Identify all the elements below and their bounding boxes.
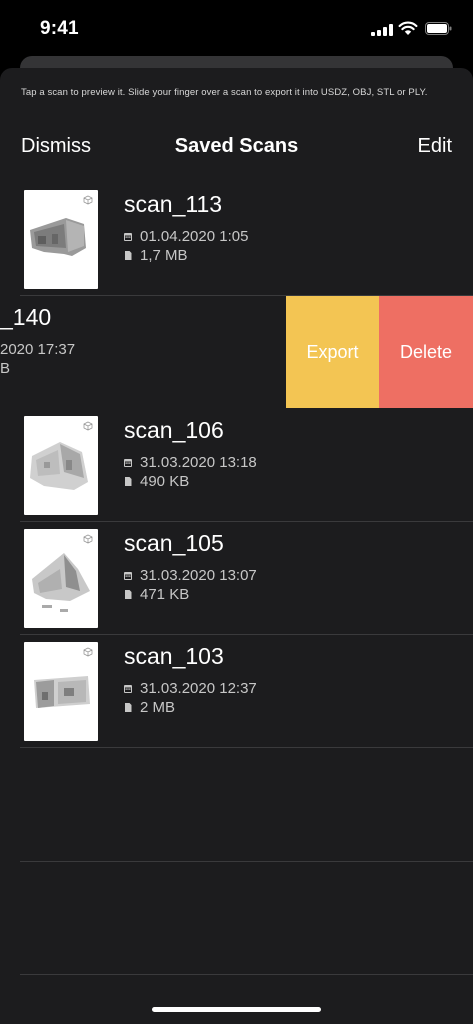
- hint-text: Tap a scan to preview it. Slide your fin…: [21, 87, 428, 98]
- scan-date-text: 31.03.2020 13:18: [140, 454, 257, 471]
- cube-icon: [83, 647, 93, 657]
- scan-thumbnail[interactable]: [24, 642, 98, 741]
- cube-icon: [83, 195, 93, 205]
- scan-size: 1,7 MB: [124, 247, 188, 264]
- scan-date-text: 2020 17:37: [0, 341, 76, 358]
- saved-scans-sheet: Tap a scan to preview it. Slide your fin…: [0, 68, 473, 1024]
- scan-row[interactable]: scan_105 31.03.2020 13:07 471 KB: [0, 522, 473, 635]
- scan-name: scan_106: [124, 417, 224, 443]
- scan-date: 31.03.2020 13:07: [124, 567, 257, 584]
- scan-name: scan_105: [124, 530, 224, 556]
- empty-row-divider: [20, 861, 473, 862]
- scan-size: B: [0, 360, 10, 377]
- scan-date: 2020 17:37: [0, 341, 75, 358]
- scan-size-text: B: [0, 360, 11, 377]
- file-icon: [125, 590, 132, 599]
- scan-size: 490 KB: [124, 473, 189, 490]
- scan-thumbnail[interactable]: [24, 416, 98, 515]
- scan-size: 2 MB: [124, 699, 175, 716]
- calendar-icon: [124, 459, 132, 467]
- home-indicator[interactable]: [152, 1007, 321, 1012]
- navigation-bar: Dismiss Saved Scans Edit: [0, 126, 473, 174]
- cube-icon: [83, 534, 93, 544]
- cellular-signal-icon: [371, 24, 393, 36]
- row-divider: [20, 747, 473, 748]
- scan-date-text: 31.03.2020 12:37: [140, 680, 257, 697]
- delete-button[interactable]: Delete: [379, 296, 473, 408]
- calendar-icon: [124, 233, 132, 241]
- scan-size-text: 1,7 MB: [140, 247, 188, 264]
- scan-size-text: 471 KB: [140, 586, 190, 603]
- scan-thumbnail[interactable]: [24, 529, 98, 628]
- scan-date: 31.03.2020 12:37: [124, 680, 257, 697]
- scan-size: 471 KB: [124, 586, 189, 603]
- battery-icon: [425, 22, 452, 35]
- scan-row[interactable]: scan_103 31.03.2020 12:37 2 MB: [0, 635, 473, 748]
- scan-list: scan_113 01.04.2020 1:05 1,7 MB _140 202…: [0, 183, 473, 748]
- export-button[interactable]: Export: [286, 296, 379, 408]
- scan-date-text: 31.03.2020 13:07: [140, 567, 257, 584]
- scan-date: 01.04.2020 1:05: [124, 228, 248, 245]
- scan-size-text: 490 KB: [140, 473, 190, 490]
- scan-name: _140: [0, 304, 52, 330]
- scan-name: scan_113: [124, 191, 223, 217]
- scan-name: scan_103: [124, 643, 224, 669]
- wifi-icon: [398, 21, 418, 35]
- edit-button[interactable]: Edit: [418, 135, 452, 158]
- cube-icon: [83, 421, 93, 431]
- file-icon: [125, 703, 132, 712]
- status-time: 9:41: [40, 18, 79, 39]
- calendar-icon: [124, 685, 132, 693]
- scan-row-swiped[interactable]: _140 2020 17:37 B Export Delete: [0, 296, 473, 409]
- scan-row[interactable]: scan_106 31.03.2020 13:18 490 KB: [0, 409, 473, 522]
- scan-thumbnail[interactable]: [24, 190, 98, 289]
- scan-date-text: 01.04.2020 1:05: [140, 228, 249, 245]
- empty-row-divider: [20, 974, 473, 975]
- file-icon: [125, 251, 132, 260]
- scan-size-text: 2 MB: [140, 699, 176, 716]
- page-title: Saved Scans: [174, 135, 299, 157]
- status-bar: 9:41: [0, 0, 473, 56]
- scan-row[interactable]: scan_113 01.04.2020 1:05 1,7 MB: [0, 183, 473, 296]
- file-icon: [125, 477, 132, 486]
- scan-date: 31.03.2020 13:18: [124, 454, 257, 471]
- calendar-icon: [124, 572, 132, 580]
